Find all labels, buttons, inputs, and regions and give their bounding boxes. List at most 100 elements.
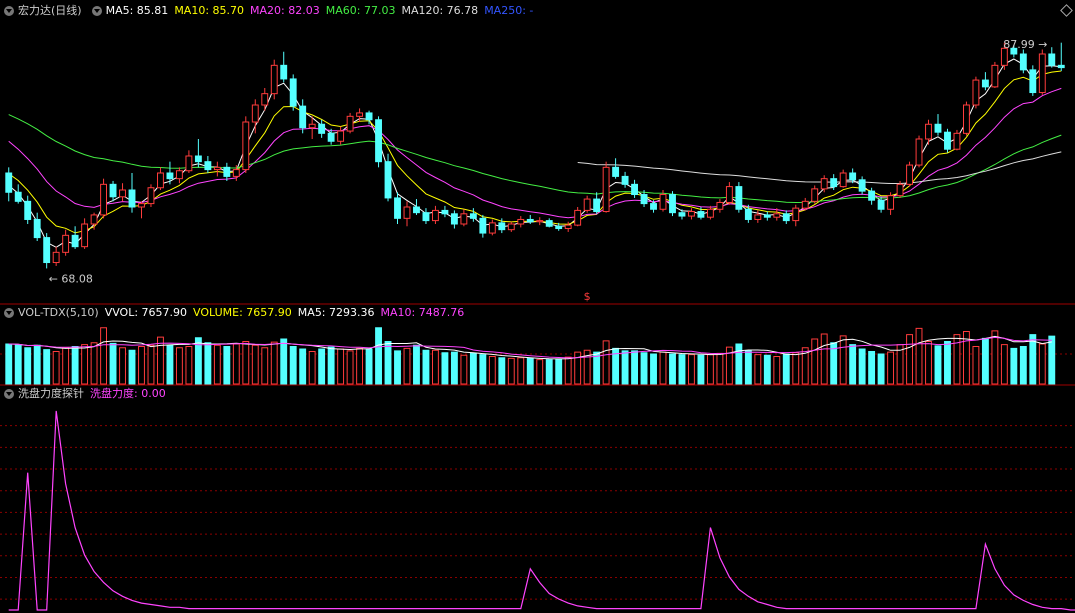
volume-bar xyxy=(346,350,354,385)
indicator-header: 洗盘力度探针 洗盘力度: 0.00 xyxy=(0,386,172,402)
candle-body xyxy=(526,218,534,223)
candle-body xyxy=(119,189,126,198)
moving-average-lines xyxy=(8,58,1062,248)
candle-body xyxy=(574,209,582,226)
volume-bar xyxy=(944,341,951,385)
candle-body xyxy=(365,112,373,121)
volume-bar xyxy=(697,354,705,385)
candle-body xyxy=(394,197,401,219)
candle-body xyxy=(650,203,657,210)
indicator-title: 洗盘力度探针 xyxy=(18,387,84,400)
volume-collapse-toggle-icon[interactable] xyxy=(4,308,14,318)
main-collapse-toggle-icon[interactable] xyxy=(4,6,14,16)
volume-bar xyxy=(365,348,373,385)
volume-bar xyxy=(308,351,316,385)
volume-bar xyxy=(555,358,563,385)
candle-body xyxy=(564,224,572,230)
volume-bar xyxy=(242,341,250,385)
volume-bar xyxy=(972,346,980,385)
candle-body xyxy=(849,172,857,181)
volume-bar xyxy=(1019,346,1027,385)
candle-body xyxy=(223,166,231,177)
volume-ma-lines xyxy=(8,335,1052,360)
candle-body xyxy=(820,178,828,190)
high-price-label: 87.99 → xyxy=(1003,38,1047,51)
volume-bar xyxy=(1000,344,1008,385)
candle-body xyxy=(1019,53,1027,71)
candle-body xyxy=(735,186,743,210)
candle-body xyxy=(868,190,876,201)
candle-body xyxy=(232,169,240,177)
candle-body xyxy=(1029,69,1037,94)
candle-body xyxy=(507,223,515,231)
ma-legend-item: MA250: - xyxy=(484,4,534,17)
volume-bar xyxy=(280,338,288,385)
volume-bar xyxy=(507,357,515,385)
volume-bar xyxy=(213,344,221,385)
volume-title: VOL-TDX(5,10) xyxy=(18,306,99,319)
volume-bar xyxy=(763,354,771,385)
candle-body xyxy=(185,155,193,172)
candle-body xyxy=(612,166,620,177)
candle-body xyxy=(346,115,354,132)
volume-legend-item: VOLUME: 7657.90 xyxy=(193,306,292,319)
candle-body xyxy=(830,178,838,188)
candle-body xyxy=(81,223,89,248)
volume-bar xyxy=(422,349,430,385)
volume-bar xyxy=(488,356,496,385)
ma-legend-item: MA60: 77.03 xyxy=(325,4,396,17)
candle-body xyxy=(289,78,297,107)
volume-bar xyxy=(175,347,183,385)
candle-body xyxy=(403,206,411,219)
volume-bar xyxy=(650,353,657,385)
volume-bar xyxy=(688,354,695,385)
candle-body xyxy=(318,123,326,134)
candle-body xyxy=(43,237,51,264)
volume-bar xyxy=(24,347,32,385)
candle-body xyxy=(782,213,790,222)
volume-bar xyxy=(223,346,231,385)
candle-body xyxy=(801,200,809,209)
candle-body xyxy=(944,131,951,150)
candle-body xyxy=(583,198,591,211)
candle-body xyxy=(536,220,544,223)
volume-bar xyxy=(375,327,382,385)
candle-body xyxy=(413,206,420,214)
candle-body xyxy=(688,211,695,217)
indicator-legend: 洗盘力度: 0.00 xyxy=(90,386,172,402)
volume-bar xyxy=(403,347,411,385)
candle-body xyxy=(33,218,41,239)
candle-body xyxy=(450,213,458,225)
candle-body xyxy=(280,64,288,80)
volume-bar xyxy=(299,348,307,385)
candle-body xyxy=(953,132,961,150)
volume-bar xyxy=(232,343,240,385)
candle-body xyxy=(678,212,686,217)
volume-bar xyxy=(90,342,98,385)
candle-body xyxy=(138,203,145,208)
volume-bar xyxy=(915,327,923,385)
volume-bar xyxy=(431,349,439,385)
candle-body xyxy=(479,217,487,234)
candle-body xyxy=(991,64,999,88)
volume-bar xyxy=(868,351,876,385)
volume-bar xyxy=(839,335,847,385)
candle-body xyxy=(925,123,932,140)
candle-body xyxy=(166,172,174,180)
candle-body xyxy=(706,208,714,218)
candle-body xyxy=(327,132,335,142)
volume-bar xyxy=(716,352,724,385)
volume-bar xyxy=(157,336,164,385)
candle-body xyxy=(517,218,525,225)
volume-bar xyxy=(877,353,885,385)
volume-bar xyxy=(981,337,989,385)
ma10-line xyxy=(8,70,1062,234)
candle-body xyxy=(602,166,610,213)
candle-body xyxy=(725,186,733,203)
candle-body xyxy=(251,104,259,123)
volume-bar xyxy=(1010,347,1018,385)
candle-body xyxy=(697,211,705,218)
ma-menu-icon[interactable] xyxy=(91,6,102,16)
indicator-collapse-toggle-icon[interactable] xyxy=(4,389,14,399)
candle-body xyxy=(896,183,904,197)
